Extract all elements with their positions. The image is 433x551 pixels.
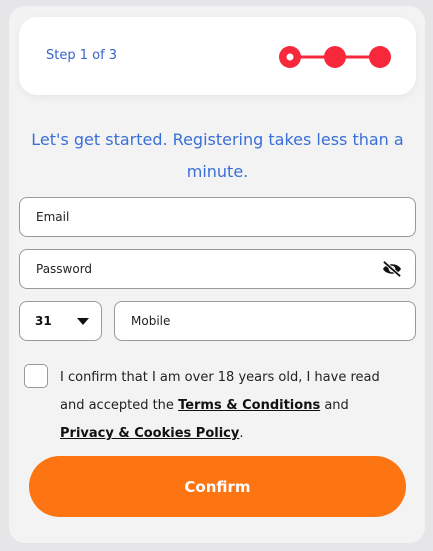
- password-field-wrapper: [19, 249, 416, 289]
- privacy-link[interactable]: Privacy & Cookies Policy: [60, 426, 239, 441]
- step-label: Step 1 of 3: [46, 48, 118, 63]
- consent-suffix: .: [239, 426, 244, 441]
- email-field[interactable]: [36, 198, 352, 236]
- consent-checkbox[interactable]: [24, 364, 48, 388]
- step-dot-2: [324, 46, 346, 68]
- step-dot-3: [369, 46, 391, 68]
- mobile-field-wrapper: [114, 301, 416, 341]
- page-headline: Let's get started. Registering takes les…: [31, 130, 404, 181]
- terms-link[interactable]: Terms & Conditions: [178, 398, 320, 413]
- step-indicator-panel: Step 1 of 3: [19, 17, 416, 95]
- country-code-value: 31: [35, 314, 52, 328]
- password-field[interactable]: [36, 250, 352, 288]
- eye-slash-icon[interactable]: [381, 260, 403, 278]
- mobile-field[interactable]: [131, 302, 371, 340]
- confirm-button[interactable]: Confirm: [29, 456, 406, 517]
- country-code-select[interactable]: 31: [19, 301, 102, 341]
- email-field-wrapper: [19, 197, 416, 237]
- consent-text: I confirm that I am over 18 years old, I…: [60, 364, 405, 448]
- step-progress: [279, 46, 391, 68]
- caret-down-icon: [77, 318, 89, 325]
- consent-middle: and: [320, 398, 349, 413]
